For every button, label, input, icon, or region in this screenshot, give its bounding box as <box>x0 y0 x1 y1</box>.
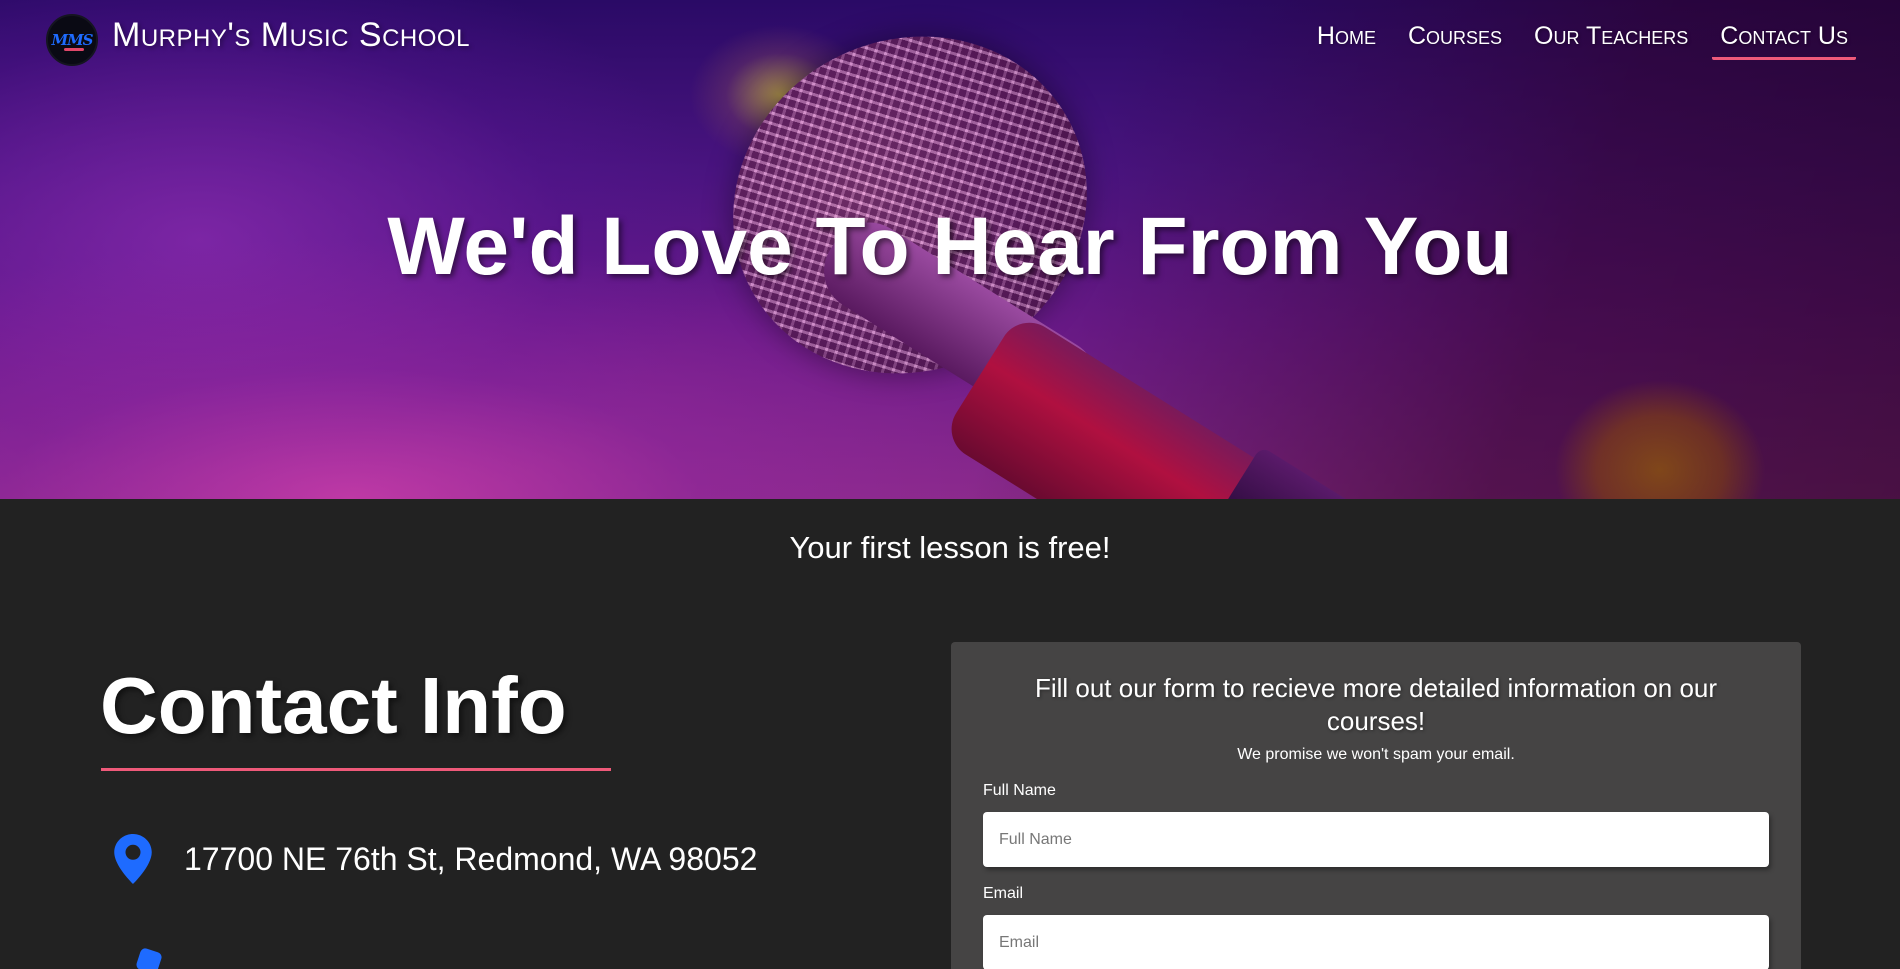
nav-link-contact-us[interactable]: Contact Us <box>1712 22 1856 60</box>
logo-accent-bar <box>64 48 84 51</box>
free-lesson-tagline: Your first lesson is free! <box>789 530 1111 565</box>
nav-link-courses[interactable]: Courses <box>1400 22 1510 60</box>
email-label: Email <box>983 885 1024 902</box>
contact-title-underline <box>101 768 611 771</box>
nav-link-our-teachers[interactable]: Our Teachers <box>1526 22 1696 60</box>
contact-info-title: Contact Info <box>100 661 567 750</box>
brand-name[interactable]: Murphy's Music School <box>112 16 470 55</box>
microphone-handle-image <box>1218 446 1482 499</box>
logo-text: MMS <box>51 31 93 49</box>
address-text: 17700 NE 76th St, Redmond, WA 98052 <box>184 840 758 877</box>
contact-form-card: Fill out our form to recieve more detail… <box>951 642 1801 969</box>
hero-title: We'd Love To Hear From You <box>387 201 1513 292</box>
nav-link-home[interactable]: Home <box>1309 22 1384 60</box>
form-heading: Fill out our form to recieve more detail… <box>1034 673 1718 736</box>
address-row: 17700 NE 76th St, Redmond, WA 98052 <box>112 834 757 884</box>
location-pin-icon <box>114 834 152 884</box>
navbar: MMS Murphy's Music School Home Courses O… <box>0 0 1900 80</box>
form-subheading: We promise we won't spam your email. <box>1237 746 1515 763</box>
email-input[interactable] <box>983 915 1769 969</box>
full-name-input[interactable] <box>983 812 1769 867</box>
full-name-label: Full Name <box>983 782 1056 799</box>
phone-icon <box>135 947 163 969</box>
nav-links: Home Courses Our Teachers Contact Us <box>1309 22 1856 60</box>
microphone-body-image <box>940 311 1410 499</box>
school-logo[interactable]: MMS <box>46 14 98 66</box>
